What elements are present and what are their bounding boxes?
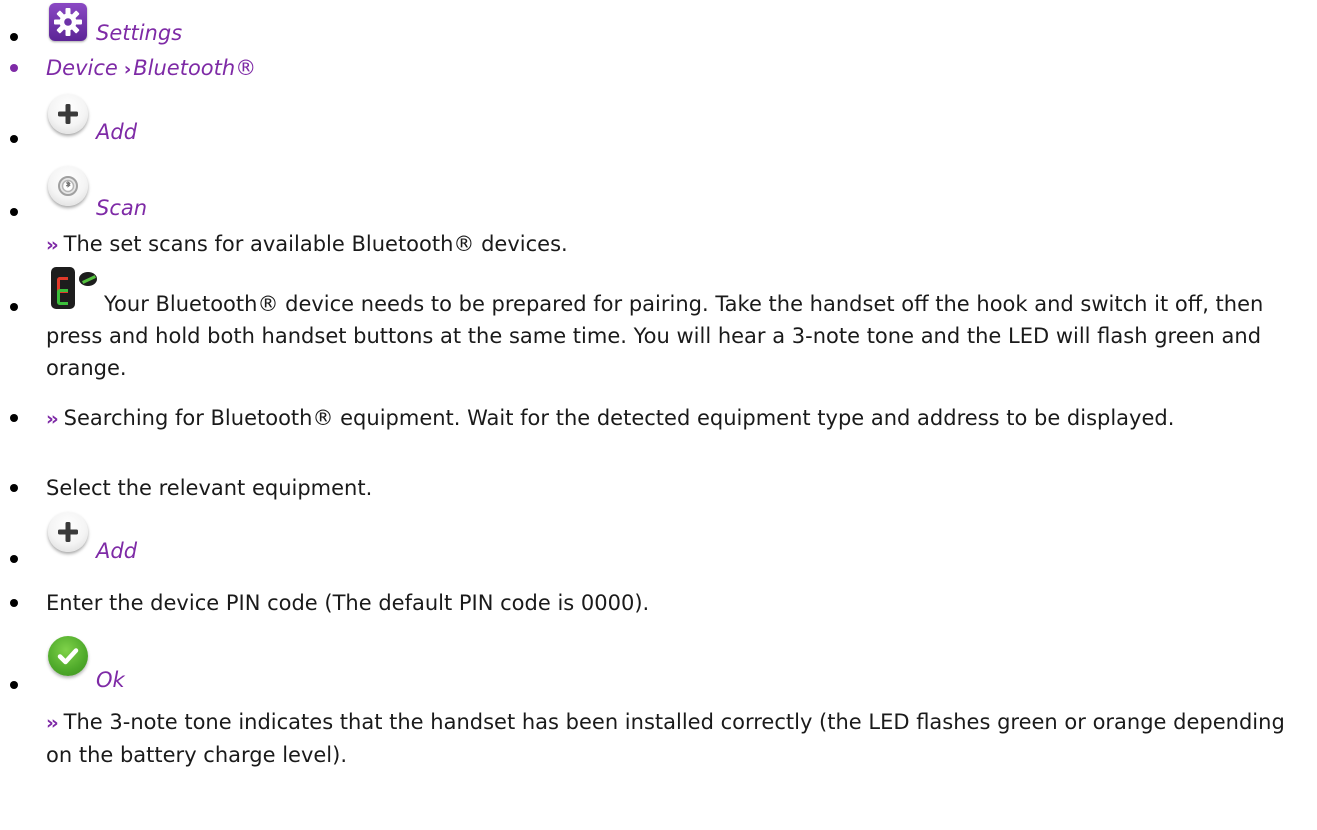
step-settings: Settings (0, 0, 1317, 48)
plus-icon (58, 104, 78, 124)
pairing-led-icon (79, 272, 97, 286)
result-arrow-icon: ›› (46, 234, 59, 256)
bullet (10, 555, 18, 563)
add-label[interactable]: Add (96, 535, 137, 567)
chevron-right-icon: › (123, 59, 132, 80)
ok-result: ›› The 3-note tone indicates that the han… (46, 706, 1296, 771)
ok-result-text: The 3-note tone indicates that the hands… (46, 710, 1285, 767)
add-button[interactable] (48, 94, 88, 134)
select-text: Select the relevant equipment. (46, 476, 373, 500)
gear-icon (49, 3, 87, 41)
step-prepare: Your Bluetooth® device needs to be prepa… (0, 266, 1317, 396)
bullet (10, 484, 18, 492)
bullet (10, 135, 18, 143)
plus-icon (58, 522, 78, 542)
bullet (10, 681, 18, 689)
bullet (10, 33, 18, 41)
searching-text: Searching for Bluetooth® equipment. Wait… (63, 406, 1175, 430)
prepare-text: Your Bluetooth® device needs to be prepa… (46, 292, 1264, 380)
result-arrow-icon: ›› (46, 408, 59, 430)
breadcrumb: Device ›Bluetooth® (46, 52, 256, 86)
step-add: Add (0, 94, 1317, 154)
scan-result-text: The set scans for available Bluetooth® d… (63, 232, 568, 256)
step-searching: ›› Searching for Bluetooth® equipment. Wa… (0, 402, 1317, 466)
scan-button[interactable] (48, 166, 88, 206)
instruction-page: Settings Device ›Bluetooth® Add Scan ›› Th… (0, 0, 1317, 830)
add-button[interactable] (48, 512, 88, 552)
searching-text-block: ›› Searching for Bluetooth® equipment. Wa… (46, 402, 1296, 435)
scan-label[interactable]: Scan (96, 192, 147, 224)
bluetooth-scan-icon (58, 176, 78, 196)
check-icon (57, 648, 79, 665)
bullet (10, 599, 18, 607)
pin-text: Enter the device PIN code (The default P… (46, 591, 650, 615)
step-pin: Enter the device PIN code (The default P… (0, 587, 1317, 619)
ok-button[interactable] (48, 636, 88, 676)
bullet (10, 208, 18, 216)
step-add-2: Add (0, 512, 1317, 572)
step-path: Device ›Bluetooth® (0, 52, 1317, 84)
breadcrumb-device[interactable]: Device (46, 56, 118, 80)
scan-result: ›› The set scans for available Bluetooth®… (46, 228, 568, 261)
bullet (10, 414, 18, 422)
add-label[interactable]: Add (96, 116, 137, 148)
result-arrow-icon: ›› (46, 712, 59, 734)
ok-label[interactable]: Ok (96, 664, 125, 696)
breadcrumb-bluetooth[interactable]: Bluetooth® (133, 56, 256, 80)
bullet (10, 64, 18, 72)
step-ok: Ok ›› The 3-note tone indicates that the … (0, 636, 1317, 830)
step-scan: Scan ›› The set scans for available Bluet… (0, 166, 1317, 256)
settings-label[interactable]: Settings (96, 17, 182, 49)
step-select: Select the relevant equipment. (0, 472, 1317, 504)
bullet (10, 303, 18, 311)
